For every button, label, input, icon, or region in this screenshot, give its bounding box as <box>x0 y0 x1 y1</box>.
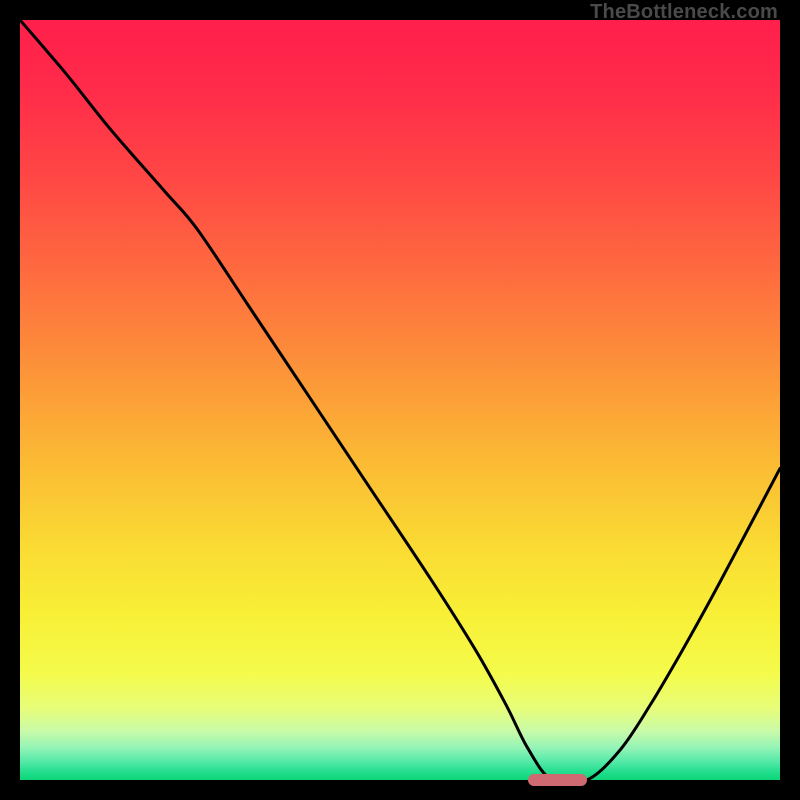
optimal-range-marker <box>528 774 587 786</box>
bottleneck-curve <box>20 20 780 780</box>
curve-layer <box>20 20 780 780</box>
plot-area <box>20 20 780 780</box>
